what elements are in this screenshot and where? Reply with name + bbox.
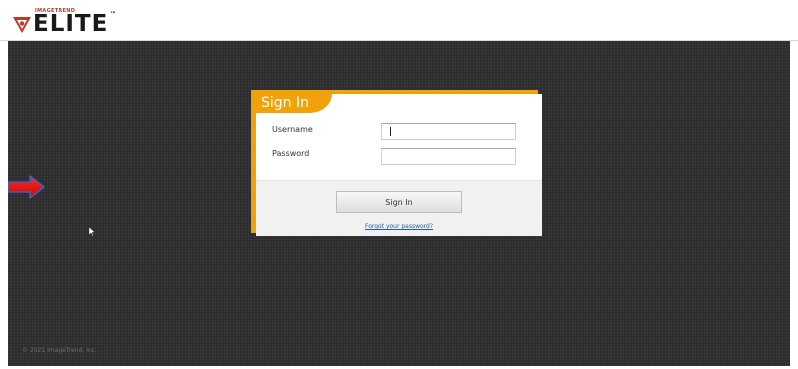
login-title-tab: Sign In xyxy=(256,94,332,113)
copyright-footer: © 2021 ImageTrend, Inc. xyxy=(22,347,97,354)
top-bar: IMAGETREND ELITE ™ xyxy=(0,0,798,41)
username-label: Username xyxy=(272,125,313,134)
logo-trademark: ™ xyxy=(110,11,116,18)
imagetrend-emblem-icon xyxy=(13,17,31,33)
red-arrow-right-icon xyxy=(8,175,45,199)
password-label: Password xyxy=(272,149,310,158)
mouse-cursor-icon xyxy=(89,227,95,236)
login-actions: Sign In Forgot your password? xyxy=(256,180,542,236)
username-input[interactable] xyxy=(381,123,516,140)
login-card: Sign In Username Password Sign In Forgot… xyxy=(256,94,542,236)
forgot-password-link[interactable]: Forgot your password? xyxy=(256,223,542,230)
logo-product-text: ELITE xyxy=(33,11,109,37)
login-title: Sign In xyxy=(261,95,309,111)
password-input[interactable] xyxy=(381,148,516,165)
sign-in-button[interactable]: Sign In xyxy=(336,191,462,213)
text-caret xyxy=(390,127,391,136)
